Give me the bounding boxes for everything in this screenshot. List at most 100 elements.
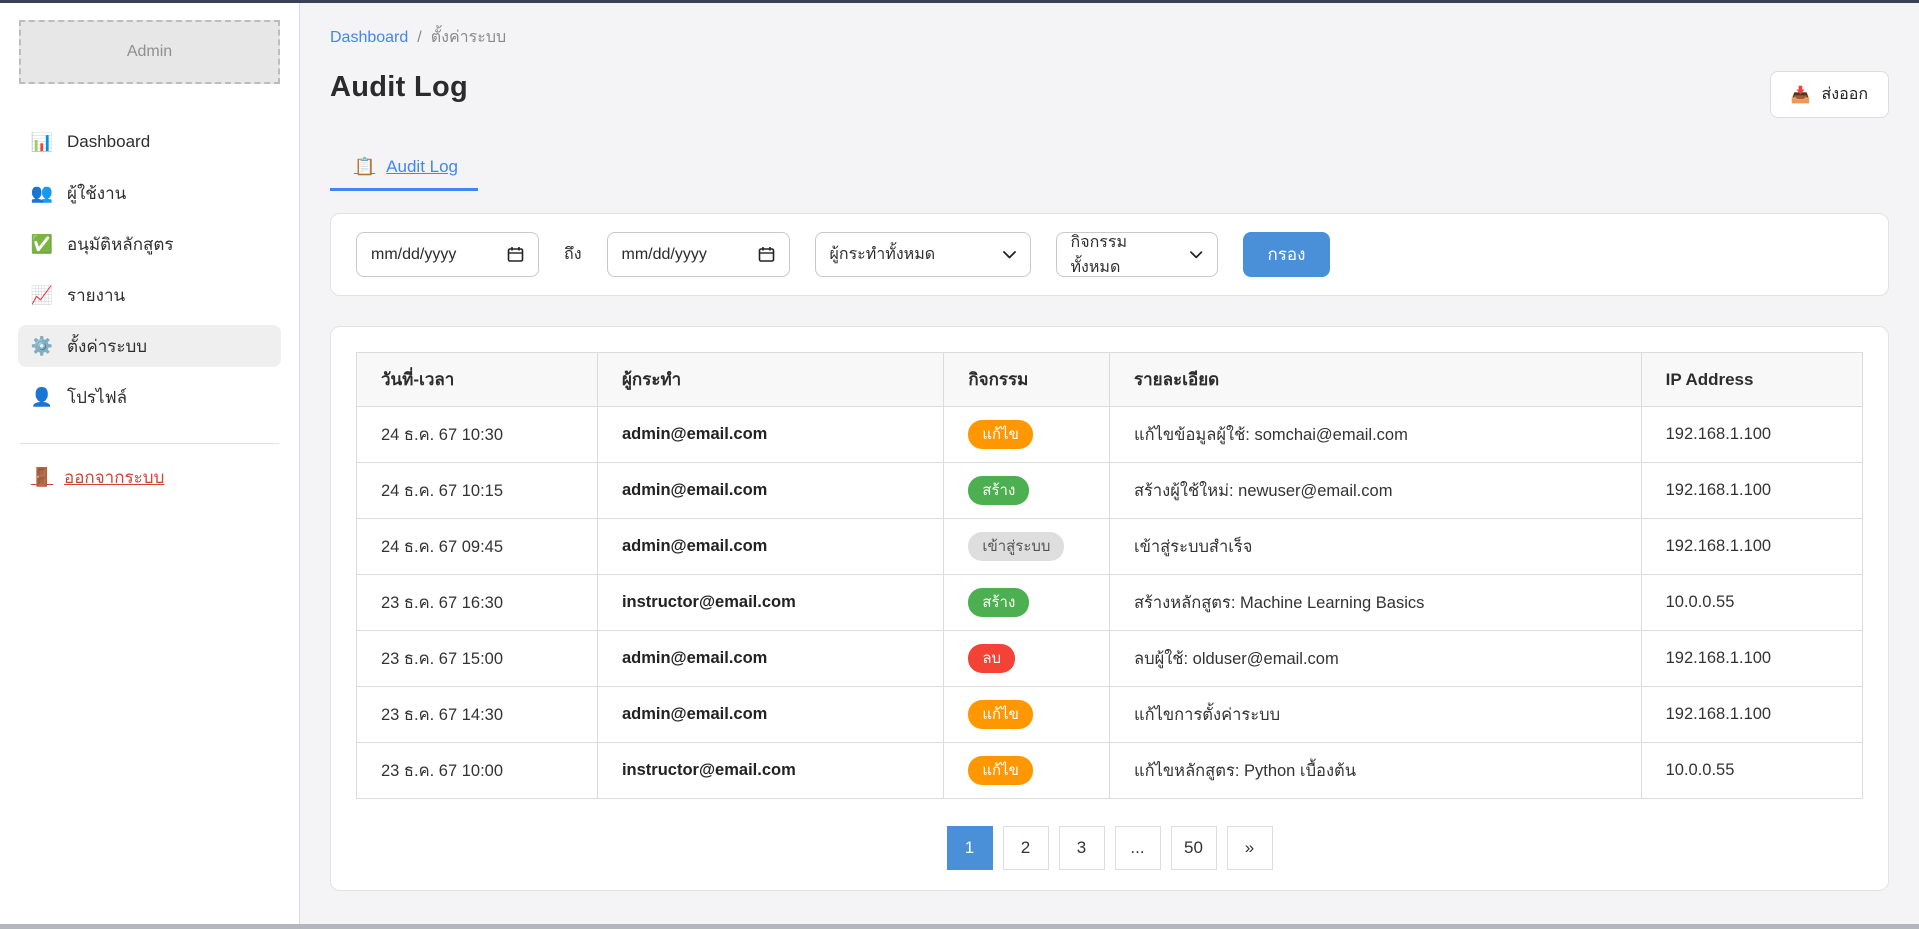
audit-log-panel: วันที่-เวลาผู้กระทำกิจกรรมรายละเอียดIP A…	[330, 326, 1889, 891]
main-content: Dashboard / ตั้งค่าระบบ Audit Log 📥 ส่งอ…	[300, 3, 1919, 924]
date-from-input[interactable]: mm/dd/yyyy	[356, 232, 539, 277]
cell-activity: แก้ไข	[944, 687, 1110, 743]
column-header: วันที่-เวลา	[357, 353, 598, 407]
pagination-page-2[interactable]: 2	[1003, 826, 1049, 870]
window-bottom-edge	[0, 924, 1919, 929]
pagination-page-1[interactable]: 1	[947, 826, 993, 870]
table-row: 24 ธ.ค. 67 09:45admin@email.comเข้าสู่ระ…	[357, 519, 1863, 575]
sidebar: Admin 📊 Dashboard 👥ผู้ใช้งาน ✅ อนุมัติหลักสู…	[0, 3, 300, 924]
sidebar-item-profile[interactable]: 👤 โปรไฟล์	[18, 376, 281, 418]
cell-datetime: 24 ธ.ค. 67 09:45	[357, 519, 598, 575]
sidebar-item-users[interactable]: 👥ผู้ใช้งาน	[18, 172, 281, 214]
cell-activity: ลบ	[944, 631, 1110, 687]
cell-datetime: 23 ธ.ค. 67 10:00	[357, 743, 598, 799]
activity-badge-create: สร้าง	[968, 476, 1029, 505]
cell-detail: สร้างผู้ใช้ใหม่: newuser@email.com	[1109, 463, 1641, 519]
cell-ip-address: 192.168.1.100	[1641, 407, 1862, 463]
sidebar-item-label: รายงาน	[67, 282, 125, 309]
cell-ip-address: 10.0.0.55	[1641, 575, 1862, 631]
pagination-page-3[interactable]: 3	[1059, 826, 1105, 870]
cell-detail: แก้ไขข้อมูลผู้ใช้: somchai@email.com	[1109, 407, 1641, 463]
table-row: 23 ธ.ค. 67 16:30instructor@email.comสร้า…	[357, 575, 1863, 631]
breadcrumb-separator: /	[417, 29, 421, 47]
audit-log-table: วันที่-เวลาผู้กระทำกิจกรรมรายละเอียดIP A…	[356, 352, 1863, 799]
activity-badge-edit: แก้ไข	[968, 700, 1033, 729]
tab-bar: 📋 Audit Log	[330, 149, 1889, 191]
pagination-page-50[interactable]: 50	[1171, 826, 1217, 870]
table-header-row: วันที่-เวลาผู้กระทำกิจกรรมรายละเอียดIP A…	[357, 353, 1863, 407]
calendar-icon	[758, 246, 775, 263]
activity-badge-edit: แก้ไข	[968, 756, 1033, 785]
door-icon: 🚪	[30, 467, 54, 488]
cell-detail: เข้าสู่ระบบสำเร็จ	[1109, 519, 1641, 575]
export-button[interactable]: 📥 ส่งออก	[1770, 71, 1889, 118]
table-row: 24 ธ.ค. 67 10:15admin@email.comสร้างสร้า…	[357, 463, 1863, 519]
activity-filter-selected-value: กิจกรรมทั้งหมด	[1071, 230, 1173, 280]
cell-detail: สร้างหลักสูตร: Machine Learning Basics	[1109, 575, 1641, 631]
activity-badge-edit: แก้ไข	[968, 420, 1033, 449]
sidebar-item-reports[interactable]: 📈 รายงาน	[18, 274, 281, 316]
export-button-label: ส่งออก	[1822, 82, 1868, 107]
cell-datetime: 24 ธ.ค. 67 10:30	[357, 407, 598, 463]
actor-filter-selected-value: ผู้กระทำทั้งหมด	[830, 242, 936, 267]
cell-datetime: 23 ธ.ค. 67 15:00	[357, 631, 598, 687]
pagination-page-...[interactable]: ...	[1115, 826, 1161, 870]
cell-activity: แก้ไข	[944, 743, 1110, 799]
sidebar-item-label: ตั้งค่าระบบ	[67, 333, 147, 360]
cell-actor: admin@email.com	[597, 407, 943, 463]
cell-detail: แก้ไขหลักสูตร: Python เบื้องต้น	[1109, 743, 1641, 799]
date-range-to-label: ถึง	[564, 242, 582, 267]
sidebar-item-system-settings[interactable]: ⚙️ตั้งค่าระบบ	[18, 325, 281, 367]
check-mark-icon: ✅	[30, 234, 54, 255]
person-icon: 👤	[30, 387, 54, 408]
cell-datetime: 24 ธ.ค. 67 10:15	[357, 463, 598, 519]
sidebar-item-label: Dashboard	[67, 132, 150, 152]
table-row: 23 ธ.ค. 67 10:00instructor@email.com แก้ไ…	[357, 743, 1863, 799]
cell-ip-address: 192.168.1.100	[1641, 631, 1862, 687]
date-from-value: mm/dd/yyyy	[371, 246, 456, 264]
cell-activity: แก้ไข	[944, 407, 1110, 463]
line-chart-icon: 📈	[30, 285, 54, 306]
tab-audit-log[interactable]: 📋 Audit Log	[330, 149, 478, 191]
cell-activity: สร้าง	[944, 463, 1110, 519]
cell-datetime: 23 ธ.ค. 67 14:30	[357, 687, 598, 743]
sidebar-item-dashboard[interactable]: 📊 Dashboard	[18, 121, 281, 163]
cell-ip-address: 10.0.0.55	[1641, 743, 1862, 799]
page-title: Audit Log	[330, 71, 468, 104]
breadcrumb-dashboard-link[interactable]: Dashboard	[330, 29, 408, 47]
filter-apply-button[interactable]: กรอง	[1243, 232, 1331, 277]
app-root: Admin 📊 Dashboard 👥ผู้ใช้งาน ✅ อนุมัติหลักสู…	[0, 3, 1919, 924]
cell-actor: admin@email.com	[597, 687, 943, 743]
date-to-input[interactable]: mm/dd/yyyy	[607, 232, 790, 277]
cell-actor: admin@email.com	[597, 631, 943, 687]
table-row: 23 ธ.ค. 67 14:30admin@email.comแก้ไขแก้ไ…	[357, 687, 1863, 743]
cell-activity: เข้าสู่ระบบ	[944, 519, 1110, 575]
actor-filter-select[interactable]: ผู้กระทำทั้งหมด	[815, 232, 1031, 277]
brand-logo-placeholder: Admin	[19, 20, 280, 84]
cell-actor: instructor@email.com	[597, 743, 943, 799]
cell-ip-address: 192.168.1.100	[1641, 519, 1862, 575]
tab-audit-log-label: Audit Log	[386, 157, 458, 177]
table-row: 24 ธ.ค. 67 10:30admin@email.com แก้ไข แก้ไ…	[357, 407, 1863, 463]
chevron-down-icon	[1003, 251, 1016, 259]
page-header: Audit Log 📥 ส่งออก	[330, 71, 1889, 118]
cell-actor: admin@email.com	[597, 519, 943, 575]
sidebar-item-label: โปรไฟล์	[67, 384, 127, 411]
activity-badge-delete: ลบ	[968, 644, 1015, 673]
breadcrumb-current: ตั้งค่าระบบ	[431, 25, 506, 50]
cell-ip-address: 192.168.1.100	[1641, 463, 1862, 519]
inbox-tray-icon: 📥	[1791, 85, 1811, 105]
cell-detail: ลบผู้ใช้: olduser@email.com	[1109, 631, 1641, 687]
cell-activity: สร้าง	[944, 575, 1110, 631]
column-header: กิจกรรม	[944, 353, 1110, 407]
date-to-value: mm/dd/yyyy	[622, 246, 707, 264]
activity-filter-select[interactable]: กิจกรรมทั้งหมด	[1056, 232, 1218, 277]
sidebar-item-course-approval[interactable]: ✅ อนุมัติหลักสูตร	[18, 223, 281, 265]
brand-label: Admin	[127, 43, 172, 61]
pagination-next-button[interactable]: »	[1227, 826, 1273, 870]
column-header: รายละเอียด	[1109, 353, 1641, 407]
bar-chart-icon: 📊	[30, 132, 54, 153]
logout-link[interactable]: 🚪 ออกจากระบบ	[30, 464, 164, 491]
chevron-down-icon	[1190, 251, 1202, 259]
sidebar-item-label: อนุมัติหลักสูตร	[67, 231, 174, 258]
